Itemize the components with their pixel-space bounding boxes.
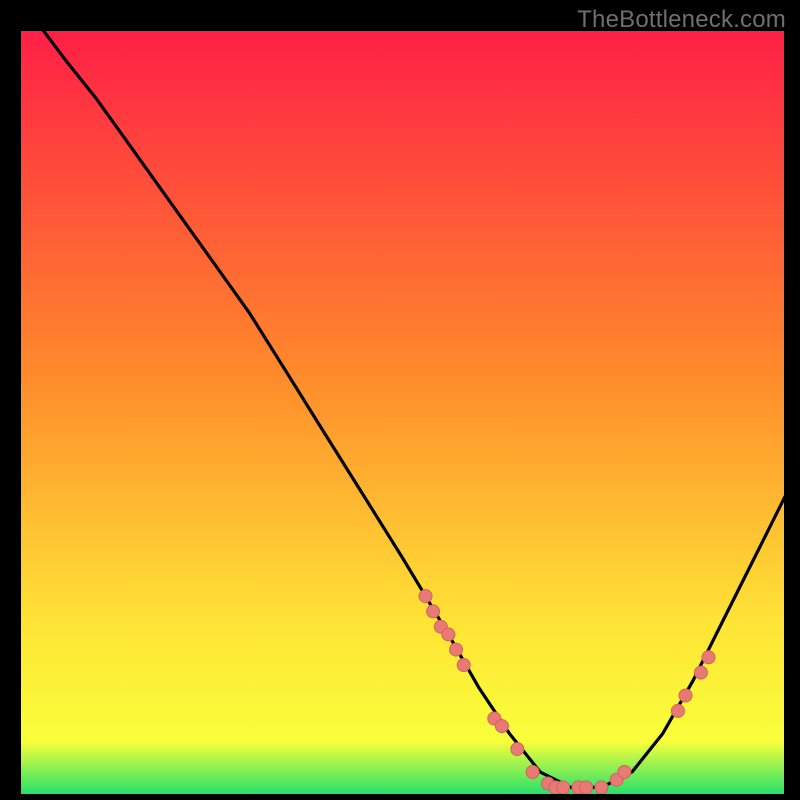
curve-marker: [526, 766, 539, 779]
curve-marker: [618, 766, 631, 779]
curve-marker: [442, 628, 455, 641]
curve-marker: [679, 689, 692, 702]
curve-marker: [580, 781, 593, 794]
curve-marker: [495, 720, 508, 733]
curve-marker: [457, 659, 470, 672]
chart-background: [20, 30, 785, 795]
curve-marker: [419, 590, 432, 603]
curve-marker: [511, 743, 524, 756]
curve-marker: [671, 704, 684, 717]
curve-marker: [450, 643, 463, 656]
curve-marker: [595, 781, 608, 794]
bottleneck-chart: [20, 30, 785, 795]
chart-frame: [20, 30, 785, 795]
curve-marker: [702, 651, 715, 664]
curve-marker: [427, 605, 440, 618]
curve-marker: [557, 781, 570, 794]
curve-marker: [694, 666, 707, 679]
